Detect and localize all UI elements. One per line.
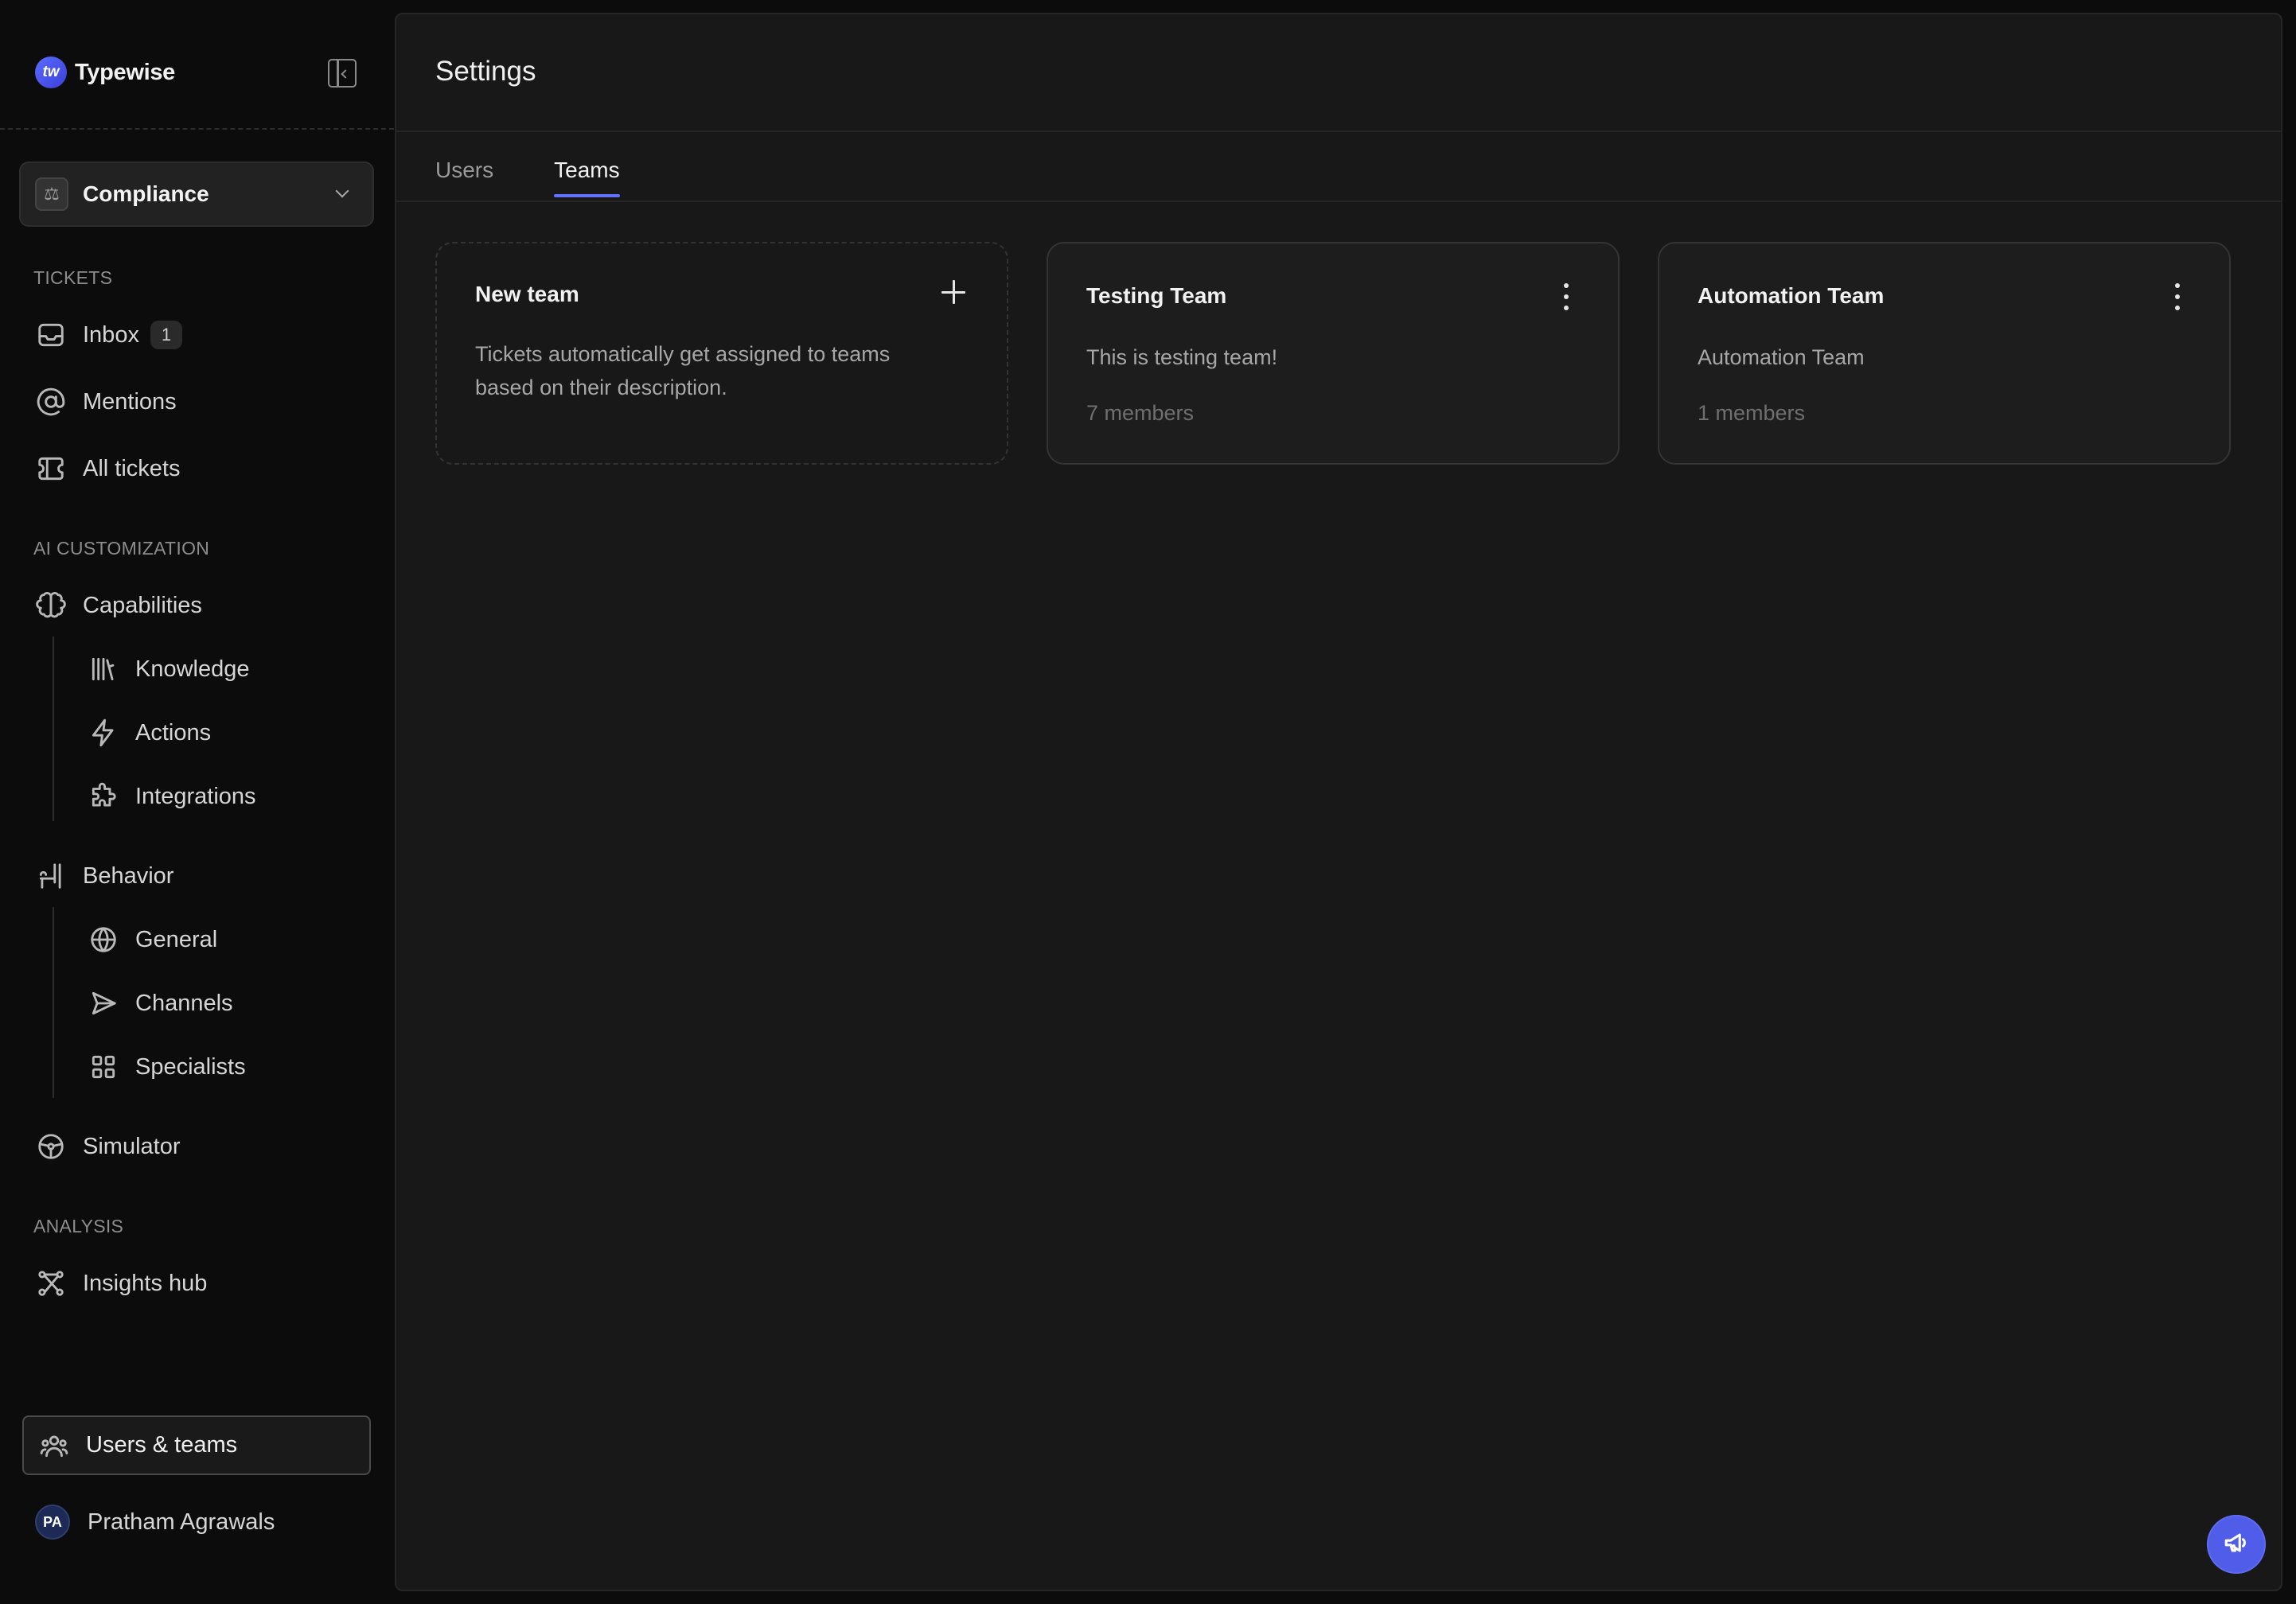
team-description: This is testing team! <box>1086 345 1278 369</box>
scale-icon: ⚖ <box>35 177 68 211</box>
inbox-icon <box>35 319 67 351</box>
typewise-logo-icon: tw <box>35 56 67 88</box>
team-card[interactable]: Automation Team Automation Team 1 member… <box>1658 242 2231 465</box>
sidebar-item-label: Simulator <box>83 1133 181 1159</box>
team-description: Automation Team <box>1698 345 1865 369</box>
team-member-count: 7 members <box>1086 401 1195 425</box>
page-title: Settings <box>435 56 536 87</box>
sidebar-item-label: Capabilities <box>83 592 202 618</box>
puzzle-icon <box>88 781 119 812</box>
sidebar-item-integrations[interactable]: Integrations <box>88 777 256 816</box>
team-member-count: 1 members <box>1698 401 1806 425</box>
steering-wheel-icon <box>35 1131 67 1162</box>
tabs-divider <box>396 200 2281 202</box>
collapse-sidebar-icon[interactable] <box>328 59 357 88</box>
at-sign-icon <box>35 386 67 418</box>
send-icon <box>88 987 119 1019</box>
tab-teams[interactable]: Teams <box>554 158 621 197</box>
sidebar-item-all-tickets[interactable]: All tickets <box>35 449 180 489</box>
sidebar-item-label: General <box>135 926 218 952</box>
team-card[interactable]: Testing Team This is testing team! 7 mem… <box>1047 242 1620 465</box>
user-name: Pratham Agrawals <box>88 1509 275 1535</box>
sidebar-item-label: Users & teams <box>86 1432 238 1458</box>
sidebar-item-label: Knowledge <box>135 656 250 682</box>
section-label-analysis: ANALYSIS <box>33 1216 124 1236</box>
workspace-selector[interactable]: ⚖ Compliance <box>19 162 374 227</box>
plus-icon[interactable] <box>940 278 967 306</box>
sidebar-item-label: Channels <box>135 990 233 1016</box>
sidebar-item-label: Mentions <box>83 388 177 415</box>
user-profile[interactable]: PA Pratham Agrawals <box>35 1505 275 1540</box>
more-options-icon[interactable] <box>2173 283 2181 310</box>
workspace-label: Compliance <box>83 181 209 206</box>
team-name: Automation Team <box>1698 283 1885 308</box>
inbox-count-badge: 1 <box>150 321 182 349</box>
new-team-description: Tickets automatically get assigned to te… <box>475 342 891 399</box>
brand[interactable]: tw Typewise <box>35 56 175 89</box>
tree-connector <box>53 637 54 821</box>
megaphone-icon <box>2223 1529 2250 1560</box>
sidebar-item-general[interactable]: General <box>88 920 217 960</box>
tab-bar: Users Teams <box>435 158 621 197</box>
sidebar-item-label: Integrations <box>135 783 256 809</box>
main-panel: Settings Users Teams New team Tickets au… <box>395 13 2282 1591</box>
sidebar-item-label: Behavior <box>83 862 174 889</box>
sidebar-item-label: Specialists <box>135 1053 246 1080</box>
announcements-button[interactable] <box>2207 1515 2266 1574</box>
avatar: PA <box>35 1505 70 1540</box>
sidebar-item-simulator[interactable]: Simulator <box>35 1127 181 1166</box>
sidebar-item-behavior[interactable]: Behavior <box>35 856 173 896</box>
sidebar-item-label: Actions <box>135 719 212 746</box>
sidebar-item-label: All tickets <box>83 455 181 481</box>
sidebar-item-inbox[interactable]: Inbox 1 <box>35 315 182 355</box>
app-root: tw Typewise ⚖ Compliance TICKETS Inbox 1… <box>0 0 2296 1604</box>
grid-icon <box>88 1051 119 1083</box>
users-icon <box>38 1430 70 1462</box>
team-name: Testing Team <box>1086 283 1227 308</box>
header-divider <box>396 130 2281 132</box>
new-team-card[interactable]: New team Tickets automatically get assig… <box>435 242 1008 465</box>
library-icon <box>88 653 119 685</box>
tree-connector <box>53 907 54 1098</box>
sidebar-item-users-teams[interactable]: Users & teams <box>22 1415 371 1475</box>
section-label-tickets: TICKETS <box>33 267 113 288</box>
sidebar-item-mentions[interactable]: Mentions <box>35 382 177 422</box>
sidebar-item-label: Inbox <box>83 321 139 348</box>
new-team-title: New team <box>475 282 579 306</box>
network-icon <box>35 1267 67 1299</box>
sidebar-item-specialists[interactable]: Specialists <box>88 1047 246 1087</box>
sidebar-item-label: Insights hub <box>83 1270 208 1296</box>
sidebar-item-capabilities[interactable]: Capabilities <box>35 586 202 625</box>
section-label-ai-customization: AI CUSTOMIZATION <box>33 538 210 559</box>
chair-icon <box>35 860 67 892</box>
sidebar: tw Typewise ⚖ Compliance TICKETS Inbox 1… <box>0 0 394 1604</box>
brain-icon <box>35 590 67 621</box>
tab-users[interactable]: Users <box>435 158 493 197</box>
ticket-icon <box>35 453 67 485</box>
sidebar-item-actions[interactable]: Actions <box>88 713 211 753</box>
sidebar-item-insights-hub[interactable]: Insights hub <box>35 1263 207 1303</box>
brand-name: Typewise <box>75 59 176 85</box>
sidebar-item-knowledge[interactable]: Knowledge <box>88 649 250 689</box>
more-options-icon[interactable] <box>1562 283 1570 310</box>
globe-icon <box>88 924 119 956</box>
sidebar-item-channels[interactable]: Channels <box>88 983 233 1023</box>
lightning-icon <box>88 717 119 749</box>
chevron-down-icon <box>335 184 349 198</box>
sidebar-divider <box>0 128 394 130</box>
